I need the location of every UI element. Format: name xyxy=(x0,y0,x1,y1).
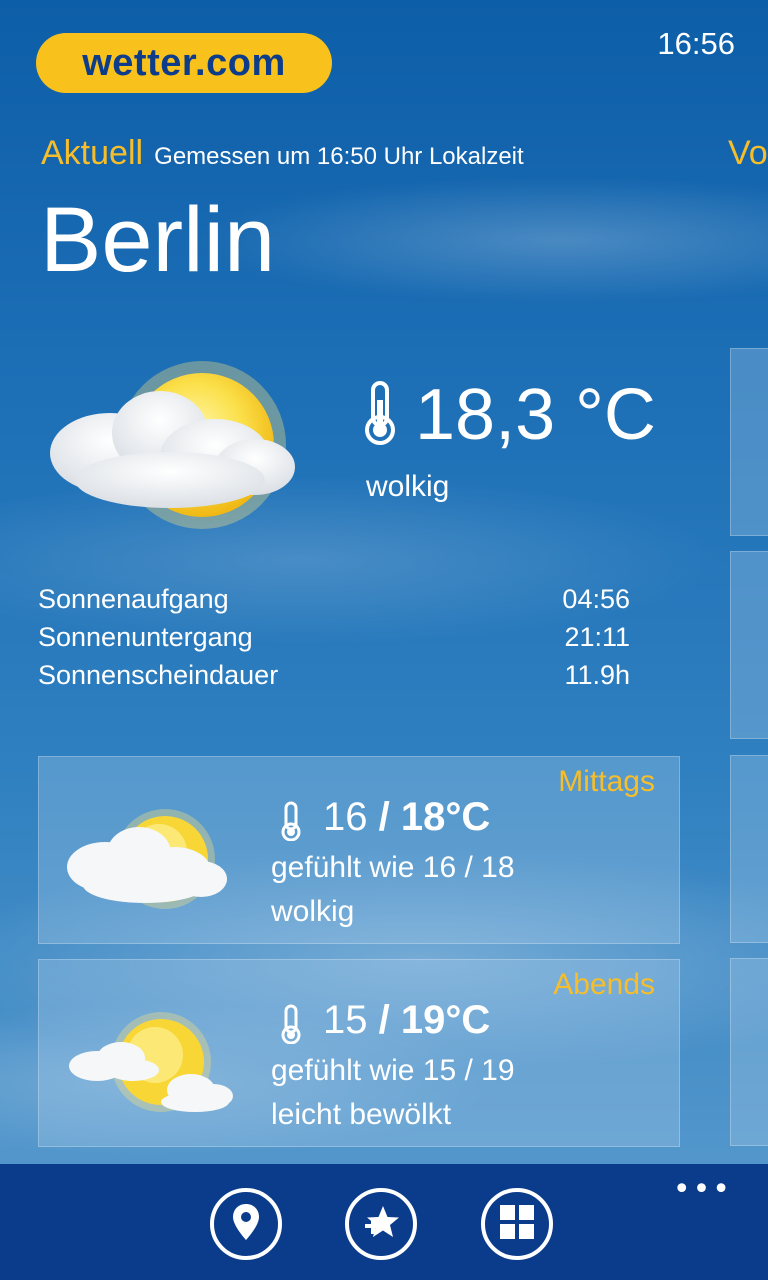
sunrise-value: 04:56 xyxy=(562,583,630,614)
location-button[interactable] xyxy=(210,1188,282,1260)
forecast-temperature: 15 / 19°C xyxy=(323,998,490,1043)
thermometer-icon xyxy=(279,1004,303,1049)
forecast-period: Mittags xyxy=(558,765,655,798)
feels-like: gefühlt wie 15 / 19 xyxy=(271,1054,515,1087)
pin-tile-icon xyxy=(500,1205,534,1243)
more-options-button[interactable]: ••• xyxy=(673,1172,732,1207)
feels-like: gefühlt wie 16 / 18 xyxy=(271,851,515,884)
sunset-label: Sonnenuntergang xyxy=(38,621,253,652)
sun-behind-cloud-icon xyxy=(40,345,310,539)
sunrise-label: Sonnenaufgang xyxy=(38,583,229,614)
sun-info-row: Sonnenaufgang 04:56 xyxy=(38,580,630,618)
current-condition: wolkig xyxy=(366,470,450,503)
forecast-card-evening[interactable]: Abends 15 / 19°C gefühlt wie 15 / 19 lei… xyxy=(38,959,680,1147)
location-icon xyxy=(231,1202,261,1246)
sunshine-duration-value: 11.9h xyxy=(564,659,630,690)
next-pivot-card[interactable] xyxy=(730,958,768,1146)
pin-tile-button[interactable] xyxy=(481,1188,553,1260)
temp-low: 15 xyxy=(323,998,368,1042)
wetter-com-logo[interactable]: wetter.com xyxy=(36,33,332,93)
next-pivot-card[interactable] xyxy=(730,755,768,943)
sunset-value: 21:11 xyxy=(564,621,630,652)
temp-high: 18°C xyxy=(400,795,491,839)
section-title[interactable]: Aktuell xyxy=(41,134,143,172)
next-pivot-card[interactable] xyxy=(730,551,768,739)
add-favorite-icon xyxy=(363,1204,399,1244)
sun-small-clouds-icon xyxy=(63,1000,233,1125)
measured-time: Gemessen um 16:50 Uhr Lokalzeit xyxy=(154,143,524,170)
temp-low: 16 xyxy=(323,795,368,839)
city-name: Berlin xyxy=(40,189,276,291)
temp-separator: / xyxy=(367,795,401,839)
sun-info-row: Sonnenuntergang 21:11 xyxy=(38,618,630,656)
current-temperature: 18,3 °C xyxy=(415,375,656,455)
next-pivot-header[interactable]: Vo xyxy=(728,134,768,173)
temp-separator: / xyxy=(367,998,401,1042)
sun-info-row: Sonnenscheindauer 11.9h xyxy=(38,656,630,694)
sun-info-list: Sonnenaufgang 04:56 Sonnenuntergang 21:1… xyxy=(38,580,630,694)
temp-high: 19°C xyxy=(400,998,491,1042)
forecast-condition: leicht bewölkt xyxy=(271,1098,452,1131)
forecast-condition: wolkig xyxy=(271,895,355,928)
forecast-period: Abends xyxy=(553,968,655,1001)
add-favorite-button[interactable] xyxy=(345,1188,417,1260)
thermometer-icon xyxy=(279,801,303,846)
section-heading: Aktuell Gemessen um 16:50 Uhr Lokalzeit xyxy=(41,134,524,173)
forecast-card-midday[interactable]: Mittags 16 / 18°C gefühlt wie 16 / 18 wo… xyxy=(38,756,680,944)
sunshine-duration-label: Sonnenscheindauer xyxy=(38,659,279,690)
next-pivot-card[interactable] xyxy=(730,348,768,536)
sun-behind-cloud-icon xyxy=(63,797,233,922)
forecast-temperature: 16 / 18°C xyxy=(323,795,490,840)
status-clock: 16:56 xyxy=(657,26,735,61)
thermometer-icon xyxy=(362,380,398,450)
